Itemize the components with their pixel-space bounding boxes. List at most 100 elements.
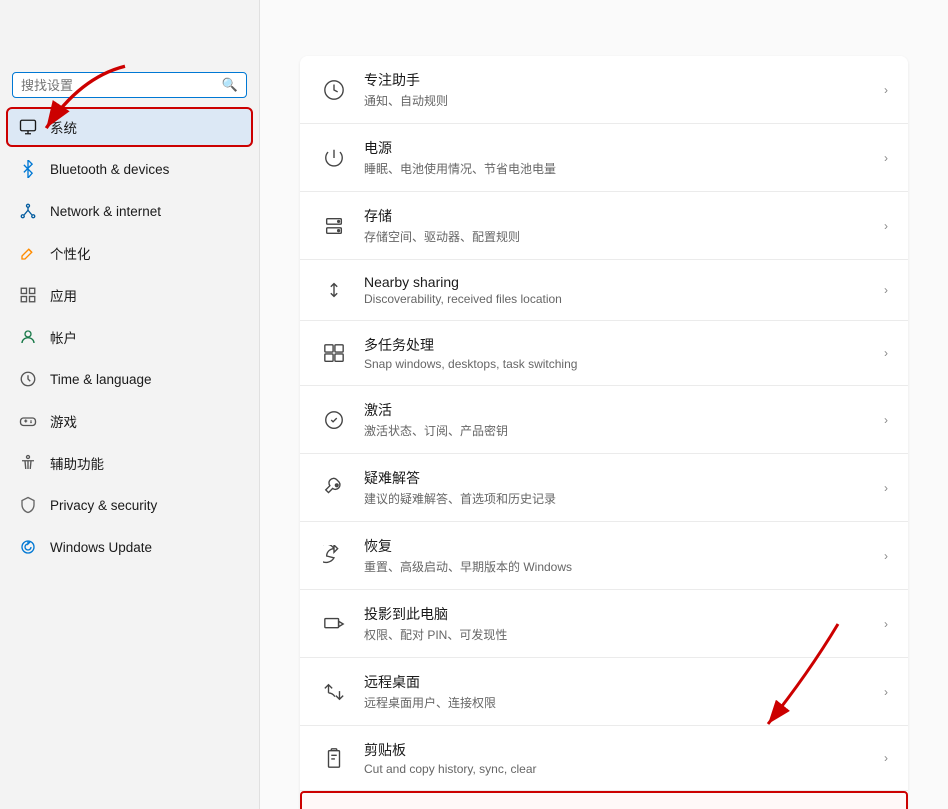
settings-item-multitask[interactable]: 多任务处理 Snap windows, desktops, task switch… <box>300 321 908 386</box>
chevron-right-icon-nearby: › <box>884 283 888 297</box>
item-subtitle-project: 权限、配对 PIN、可发现性 <box>364 626 868 643</box>
chevron-right-icon-focus: › <box>884 83 888 97</box>
settings-item-troubleshoot[interactable]: 疑难解答建议的疑难解答、首选项和历史记录 › <box>300 454 908 522</box>
computer-icon <box>18 117 38 137</box>
paint-icon <box>18 243 38 263</box>
sidebar-item-label-gaming: 游戏 <box>50 411 77 431</box>
search-icon: 🔍 <box>222 77 238 93</box>
search-input[interactable] <box>21 78 216 93</box>
item-text-remote: 远程桌面远程桌面用户、连接权限 <box>364 672 868 711</box>
sidebar: 🔍 系统 Bluetooth & devices Network & interne… <box>0 0 260 809</box>
sidebar-item-label-accessibility: 辅助功能 <box>50 453 104 473</box>
bluetooth-icon <box>18 159 38 179</box>
item-title-project: 投影到此电脑 <box>364 604 868 624</box>
item-subtitle-storage: 存储空间、驱动器、配置规则 <box>364 228 868 245</box>
accessibility-icon <box>18 453 38 473</box>
item-text-multitask: 多任务处理 Snap windows, desktops, task switch… <box>364 335 868 371</box>
item-subtitle-activation: 激活状态、订阅、产品密钥 <box>364 422 868 439</box>
time-icon <box>18 369 38 389</box>
recovery-icon <box>320 542 348 570</box>
item-subtitle-nearby: Discoverability, received files location <box>364 292 868 306</box>
power-icon <box>320 144 348 172</box>
chevron-right-icon-recovery: › <box>884 549 888 563</box>
settings-list: 专注助手通知、自动规则›电源睡眠、电池使用情况、节省电池电量›存储存储空间、驱动… <box>300 56 908 809</box>
remote-icon <box>320 678 348 706</box>
sidebar-item-system[interactable]: 系统 <box>6 107 253 147</box>
project-icon <box>320 610 348 638</box>
chevron-right-icon-troubleshoot: › <box>884 481 888 495</box>
sidebar-item-apps[interactable]: 应用 <box>6 275 253 315</box>
item-text-project: 投影到此电脑权限、配对 PIN、可发现性 <box>364 604 868 643</box>
item-title-troubleshoot: 疑难解答 <box>364 468 868 488</box>
gaming-icon <box>18 411 38 431</box>
sidebar-item-accessibility[interactable]: 辅助功能 <box>6 443 253 483</box>
sidebar-nav: 系统 Bluetooth & devices Network & internet个… <box>0 106 259 809</box>
sidebar-item-label-update: Windows Update <box>50 540 152 555</box>
chevron-right-icon-multitask: › <box>884 346 888 360</box>
settings-item-focus[interactable]: 专注助手通知、自动规则 › <box>300 56 908 124</box>
main-content: 专注助手通知、自动规则›电源睡眠、电池使用情况、节省电池电量›存储存储空间、驱动… <box>260 0 948 809</box>
sidebar-item-gaming[interactable]: 游戏 <box>6 401 253 441</box>
item-subtitle-recovery: 重置、高级启动、早期版本的 Windows <box>364 558 868 575</box>
settings-item-activation[interactable]: 激活激活状态、订阅、产品密钥 › <box>300 386 908 454</box>
item-text-clipboard: 剪贴板 Cut and copy history, sync, clear <box>364 740 868 776</box>
sidebar-item-label-system: 系统 <box>50 117 77 137</box>
item-title-activation: 激活 <box>364 400 868 420</box>
search-box[interactable]: 🔍 <box>12 72 247 98</box>
item-title-focus: 专注助手 <box>364 70 868 90</box>
settings-item-about[interactable]: 关于设备规格、重命名电脑、Windows 规格› <box>300 791 908 809</box>
item-text-nearby: Nearby sharing Discoverability, received … <box>364 274 868 306</box>
sidebar-item-label-accounts: 帐户 <box>50 327 77 347</box>
clipboard-icon <box>320 744 348 772</box>
sidebar-item-privacy[interactable]: Privacy & security <box>6 485 253 525</box>
chevron-right-icon-power: › <box>884 151 888 165</box>
chevron-right-icon-remote: › <box>884 685 888 699</box>
sidebar-item-update[interactable]: Windows Update <box>6 527 253 567</box>
multitask-icon <box>320 339 348 367</box>
active-border-highlight <box>6 107 253 147</box>
chevron-right-icon-project: › <box>884 617 888 631</box>
sidebar-item-time[interactable]: Time & language <box>6 359 253 399</box>
settings-item-clipboard[interactable]: 剪贴板 Cut and copy history, sync, clear › <box>300 726 908 791</box>
apps-icon <box>18 285 38 305</box>
item-subtitle-multitask: Snap windows, desktops, task switching <box>364 357 868 371</box>
item-title-clipboard: 剪贴板 <box>364 740 868 760</box>
settings-item-remote[interactable]: 远程桌面远程桌面用户、连接权限 › <box>300 658 908 726</box>
sidebar-item-label-bluetooth: Bluetooth & devices <box>50 162 169 177</box>
item-title-remote: 远程桌面 <box>364 672 868 692</box>
item-subtitle-focus: 通知、自动规则 <box>364 92 868 109</box>
sidebar-item-network[interactable]: Network & internet <box>6 191 253 231</box>
app-logo <box>0 12 259 72</box>
item-title-recovery: 恢复 <box>364 536 868 556</box>
nearby-icon <box>320 276 348 304</box>
focus-icon <box>320 76 348 104</box>
chevron-right-icon-activation: › <box>884 413 888 427</box>
network-icon <box>18 201 38 221</box>
item-text-troubleshoot: 疑难解答建议的疑难解答、首选项和历史记录 <box>364 468 868 507</box>
activation-icon <box>320 406 348 434</box>
sidebar-item-bluetooth[interactable]: Bluetooth & devices <box>6 149 253 189</box>
sidebar-item-personalization[interactable]: 个性化 <box>6 233 253 273</box>
sidebar-item-label-time: Time & language <box>50 372 152 387</box>
item-subtitle-troubleshoot: 建议的疑难解答、首选项和历史记录 <box>364 490 868 507</box>
item-text-activation: 激活激活状态、订阅、产品密钥 <box>364 400 868 439</box>
settings-item-project[interactable]: 投影到此电脑权限、配对 PIN、可发现性 › <box>300 590 908 658</box>
item-text-recovery: 恢复重置、高级启动、早期版本的 Windows <box>364 536 868 575</box>
item-text-power: 电源睡眠、电池使用情况、节省电池电量 <box>364 138 868 177</box>
settings-item-power[interactable]: 电源睡眠、电池使用情况、节省电池电量 › <box>300 124 908 192</box>
item-title-nearby: Nearby sharing <box>364 274 868 290</box>
item-subtitle-remote: 远程桌面用户、连接权限 <box>364 694 868 711</box>
chevron-right-icon-clipboard: › <box>884 751 888 765</box>
settings-item-nearby[interactable]: Nearby sharing Discoverability, received … <box>300 260 908 321</box>
item-title-multitask: 多任务处理 <box>364 335 868 355</box>
item-subtitle-power: 睡眠、电池使用情况、节省电池电量 <box>364 160 868 177</box>
storage-icon <box>320 212 348 240</box>
item-text-storage: 存储存储空间、驱动器、配置规则 <box>364 206 868 245</box>
settings-item-storage[interactable]: 存储存储空间、驱动器、配置规则 › <box>300 192 908 260</box>
item-title-power: 电源 <box>364 138 868 158</box>
sidebar-item-label-privacy: Privacy & security <box>50 498 157 513</box>
item-subtitle-clipboard: Cut and copy history, sync, clear <box>364 762 868 776</box>
settings-item-recovery[interactable]: 恢复重置、高级启动、早期版本的 Windows › <box>300 522 908 590</box>
sidebar-item-accounts[interactable]: 帐户 <box>6 317 253 357</box>
chevron-right-icon-storage: › <box>884 219 888 233</box>
